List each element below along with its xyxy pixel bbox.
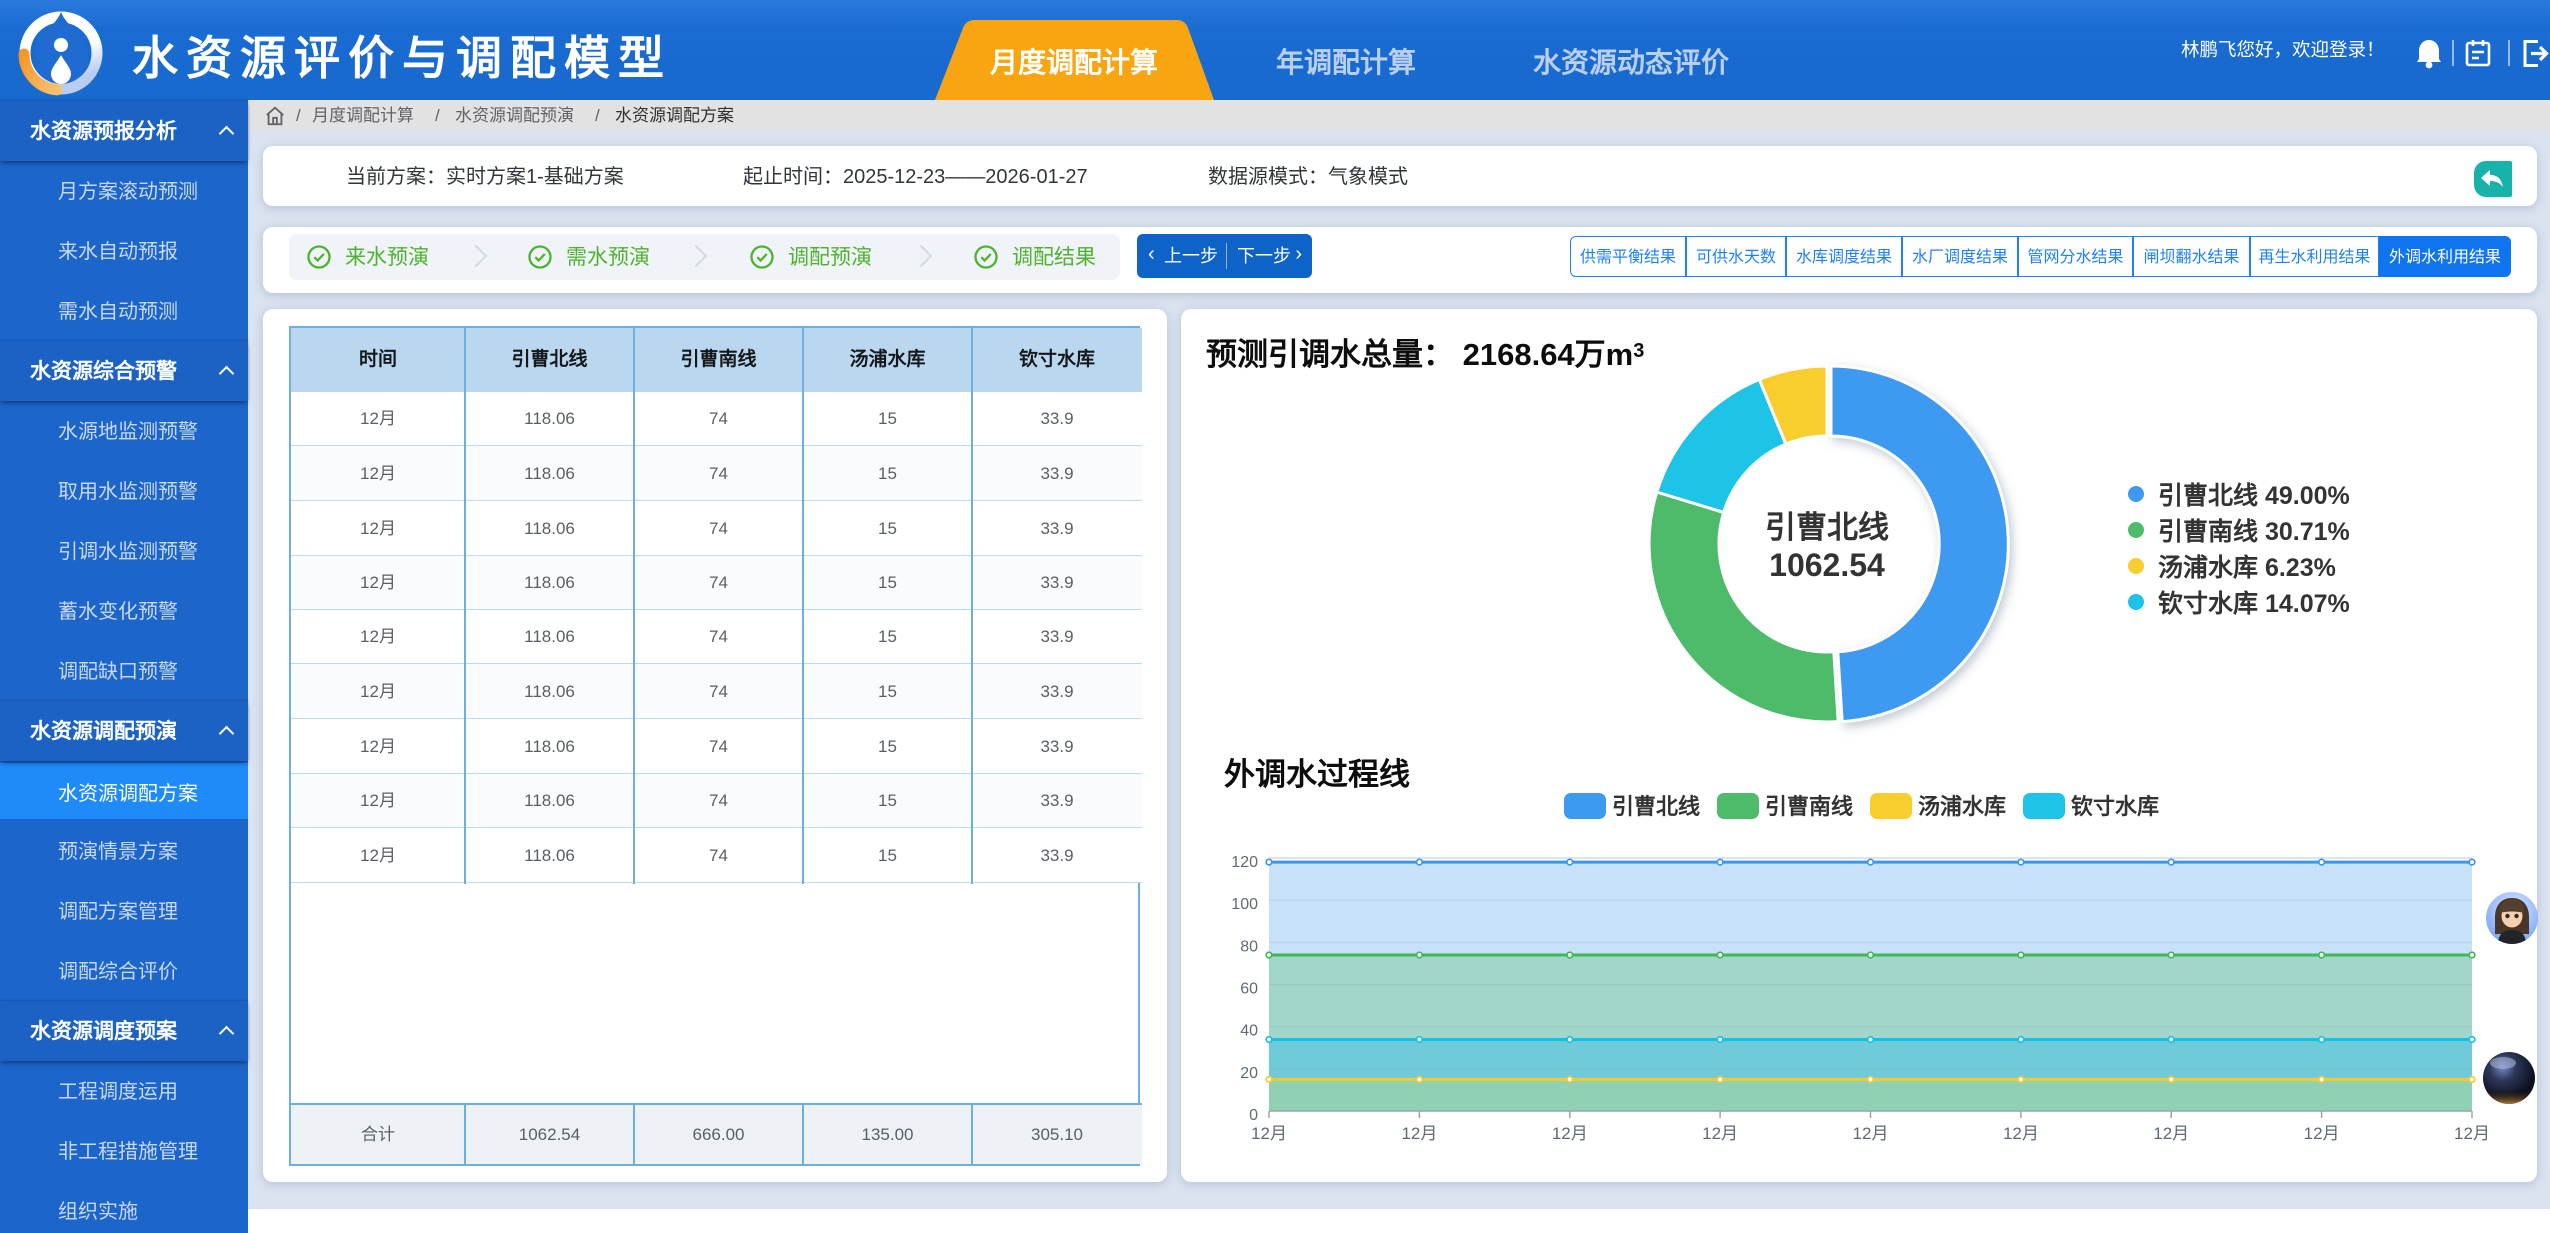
svg-text:1062.54: 1062.54 [1769, 547, 1885, 583]
svg-text:引曹北线 49.00%: 引曹北线 49.00% [2158, 481, 2350, 510]
svg-text:120: 120 [1231, 854, 1258, 871]
svg-text:20: 20 [1240, 1065, 1258, 1082]
svg-text:40: 40 [1240, 1023, 1258, 1040]
svg-text:引曹南线 30.71%: 引曹南线 30.71% [2158, 517, 2350, 546]
svg-text:12月: 12月 [2304, 1124, 2340, 1143]
svg-text:12月: 12月 [2003, 1124, 2039, 1143]
svg-text:12月: 12月 [2153, 1124, 2189, 1143]
svg-text:汤浦水库 6.23%: 汤浦水库 6.23% [2158, 553, 2336, 582]
svg-text:钦寸水库 14.07%: 钦寸水库 14.07% [2158, 590, 2350, 618]
svg-text:引曹北线: 引曹北线 [1765, 510, 1889, 545]
svg-text:80: 80 [1240, 938, 1258, 955]
svg-text:12月: 12月 [1552, 1124, 1588, 1143]
svg-text:12月: 12月 [2454, 1124, 2490, 1143]
svg-text:引曹北线: 引曹北线 [1612, 794, 1700, 819]
svg-text:60: 60 [1240, 981, 1258, 998]
svg-text:12月: 12月 [1702, 1124, 1738, 1143]
svg-text:12月: 12月 [1853, 1124, 1889, 1143]
svg-text:12月: 12月 [1251, 1124, 1287, 1143]
svg-text:100: 100 [1231, 896, 1258, 913]
svg-text:12月: 12月 [1401, 1124, 1437, 1143]
svg-text:0: 0 [1249, 1107, 1258, 1124]
svg-text:引曹南线: 引曹南线 [1765, 794, 1853, 819]
svg-text:汤浦水库: 汤浦水库 [1918, 794, 2006, 819]
svg-text:钦寸水库: 钦寸水库 [2071, 794, 2159, 819]
